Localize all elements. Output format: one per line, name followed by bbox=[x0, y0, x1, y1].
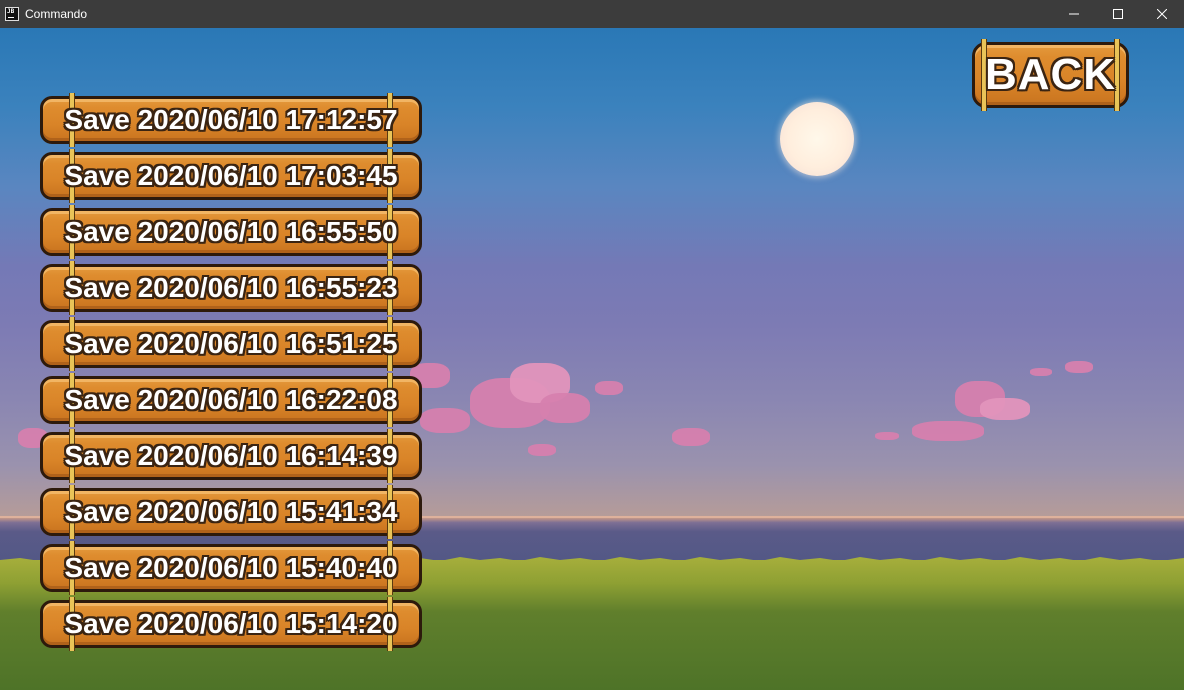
window-controls bbox=[1052, 0, 1184, 28]
close-button[interactable] bbox=[1140, 0, 1184, 28]
maximize-icon bbox=[1113, 9, 1123, 19]
save-slot-label: Save 2020/06/10 16:55:50 bbox=[64, 216, 398, 247]
minimize-icon bbox=[1069, 13, 1079, 15]
window-title: Commando bbox=[25, 7, 88, 21]
window-titlebar: JB Commando bbox=[0, 0, 1184, 28]
save-slot-button[interactable]: Save 2020/06/10 15:40:40 bbox=[40, 541, 422, 595]
save-slot-button[interactable]: Save 2020/06/10 17:12:57 bbox=[40, 93, 422, 147]
save-slot-button[interactable]: Save 2020/06/10 16:55:23 bbox=[40, 261, 422, 315]
save-slot-button[interactable]: Save 2020/06/10 15:41:34 bbox=[40, 485, 422, 539]
save-slot-button[interactable]: Save 2020/06/10 16:22:08 bbox=[40, 373, 422, 427]
sun bbox=[780, 102, 854, 176]
save-slot-button[interactable]: Save 2020/06/10 16:51:25 bbox=[40, 317, 422, 371]
close-icon bbox=[1157, 9, 1167, 19]
save-slot-label: Save 2020/06/10 15:14:20 bbox=[64, 608, 398, 639]
cloud bbox=[540, 393, 590, 423]
app-icon: JB bbox=[5, 7, 19, 21]
save-slot-label: Save 2020/06/10 17:12:57 bbox=[64, 104, 398, 135]
save-slot-label: Save 2020/06/10 17:03:45 bbox=[64, 160, 398, 191]
save-slot-label: Save 2020/06/10 16:22:08 bbox=[64, 384, 398, 415]
save-slot-label: Save 2020/06/10 16:55:23 bbox=[64, 272, 398, 303]
minimize-button[interactable] bbox=[1052, 0, 1096, 28]
game-scene: BACK Save 2020/06/10 17:12:57 Save 2020/… bbox=[0, 28, 1184, 690]
cloud bbox=[528, 444, 556, 456]
save-slot-label: Save 2020/06/10 15:40:40 bbox=[64, 552, 398, 583]
save-slot-button[interactable]: Save 2020/06/10 16:55:50 bbox=[40, 205, 422, 259]
back-button-label: BACK bbox=[984, 50, 1117, 99]
save-slot-label: Save 2020/06/10 16:14:39 bbox=[64, 440, 398, 471]
back-button[interactable]: BACK bbox=[972, 39, 1129, 111]
save-slot-button[interactable]: Save 2020/06/10 15:14:20 bbox=[40, 597, 422, 651]
cloud bbox=[1065, 361, 1093, 373]
cloud bbox=[595, 381, 623, 395]
maximize-button[interactable] bbox=[1096, 0, 1140, 28]
save-slot-button[interactable]: Save 2020/06/10 17:03:45 bbox=[40, 149, 422, 203]
cloud bbox=[980, 398, 1030, 420]
save-slot-button[interactable]: Save 2020/06/10 16:14:39 bbox=[40, 429, 422, 483]
cloud bbox=[912, 421, 984, 441]
cloud bbox=[875, 432, 899, 440]
cloud bbox=[672, 428, 710, 446]
cloud bbox=[1030, 368, 1052, 376]
save-slot-label: Save 2020/06/10 15:41:34 bbox=[64, 496, 398, 527]
save-slot-label: Save 2020/06/10 16:51:25 bbox=[64, 328, 398, 359]
cloud bbox=[420, 408, 470, 433]
